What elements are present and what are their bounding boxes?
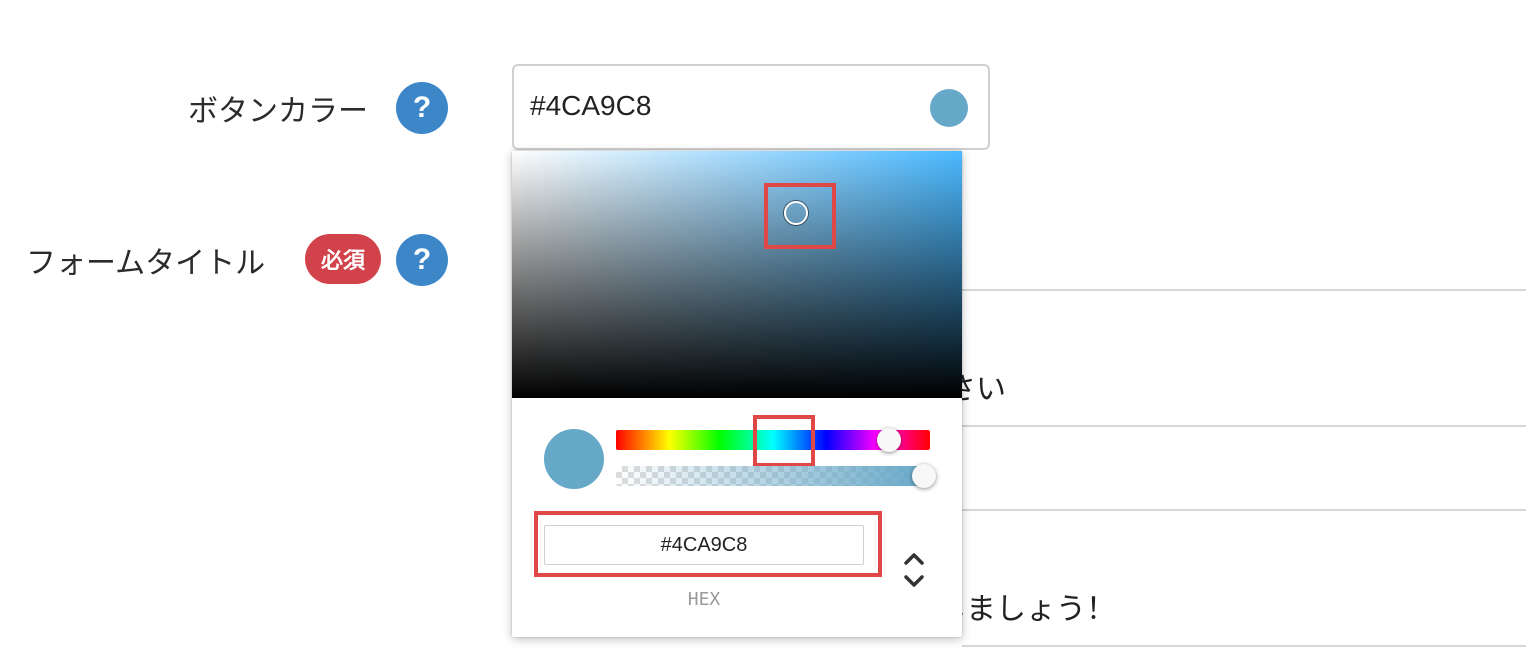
form-title-divider-1 (962, 289, 1526, 291)
hue-slider-thumb[interactable] (877, 428, 901, 452)
button-color-input[interactable]: #4CA9C8 (512, 64, 990, 150)
hex-input[interactable]: #4CA9C8 (544, 525, 864, 565)
form-title-divider-2 (962, 425, 1526, 427)
button-color-label: ボタンカラー (188, 94, 368, 129)
saturation-cursor-highlight (764, 183, 836, 249)
form-title-help-icon[interactable]: ? (396, 234, 448, 286)
color-preview (544, 429, 604, 489)
form-title-divider-3 (962, 509, 1526, 511)
button-color-help-icon[interactable]: ? (396, 82, 448, 134)
saturation-area[interactable] (512, 151, 962, 398)
color-picker-popup: #4CA9C8 HEX (512, 151, 962, 637)
alpha-gradient (616, 466, 930, 486)
required-badge: 必須 (305, 234, 382, 284)
color-swatch[interactable] (930, 89, 968, 127)
form-title-label: フォームタイトル (26, 246, 266, 281)
form-title-text-fragment-2: しましょう！ (936, 592, 1116, 627)
format-toggle-icon[interactable] (900, 549, 928, 591)
alpha-slider-thumb[interactable] (912, 464, 936, 488)
hue-thumb-highlight (753, 415, 815, 467)
alpha-slider[interactable] (616, 464, 936, 488)
format-label: HEX (687, 589, 721, 610)
button-color-value: #4CA9C8 (530, 90, 652, 121)
form-title-divider-4 (962, 645, 1526, 647)
